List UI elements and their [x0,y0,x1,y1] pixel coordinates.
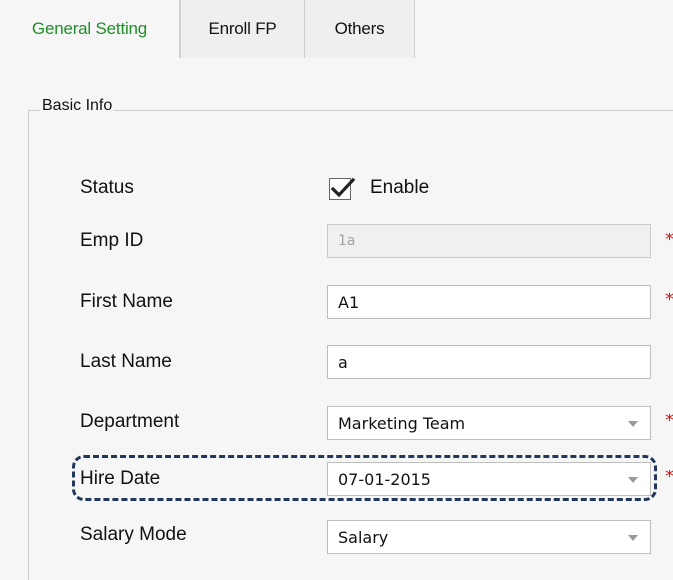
emp-id-required-icon: * [665,233,673,247]
dropdown-arrow-icon[interactable] [628,535,638,541]
emp-id-label: Emp ID [80,230,144,251]
department-required-icon: * [665,414,673,428]
tab-others[interactable]: Others [305,0,415,58]
tab-bar: General Setting Enroll FP Others [0,0,673,58]
hire-date-value: 07-01-2015 [338,469,431,489]
department-value: Marketing Team [338,413,466,433]
first-name-field[interactable]: A1 [327,285,651,319]
salary-mode-dropdown[interactable]: Salary [327,520,651,554]
emp-id-field: 1a [327,224,651,258]
tab-enroll-fp[interactable]: Enroll FP [180,0,305,58]
dropdown-arrow-icon[interactable] [628,421,638,427]
department-dropdown[interactable]: Marketing Team [327,406,651,440]
emp-id-value: 1a [338,233,356,249]
status-label: Status [80,177,134,198]
hire-date-required-icon: * [665,470,673,484]
first-name-value: A1 [338,292,360,312]
salary-mode-value: Salary [338,527,389,547]
status-enable-checkbox[interactable] [329,177,356,200]
dropdown-arrow-icon[interactable] [628,477,638,483]
last-name-value: a [338,352,348,372]
enable-label[interactable]: Enable [370,176,429,200]
last-name-field[interactable]: a [327,345,651,379]
department-label: Department [80,411,180,432]
last-name-label: Last Name [80,351,172,372]
first-name-required-icon: * [665,293,673,307]
hire-date-label: Hire Date [80,468,161,489]
basic-info-title: Basic Info [40,96,115,116]
salary-mode-label: Salary Mode [80,524,187,545]
hire-date-dropdown[interactable]: 07-01-2015 [327,462,651,496]
first-name-label: First Name [80,291,173,312]
checkmark-icon [330,177,356,198]
tab-general-setting[interactable]: General Setting [0,0,180,58]
